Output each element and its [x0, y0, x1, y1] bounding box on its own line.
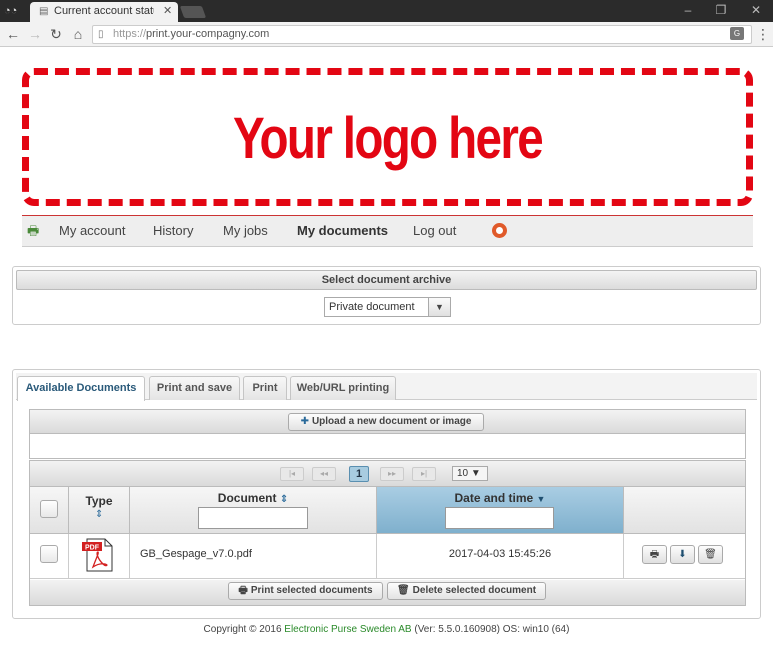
- address-bar: ← → ↻ ⌂ ▯ https://print.your-compagny.co…: [0, 22, 773, 47]
- trash-icon: 🗑: [396, 585, 410, 596]
- back-icon[interactable]: ←: [5, 26, 21, 42]
- tab-print-and-save[interactable]: Print and save: [149, 376, 240, 400]
- main-nav: 🖶 My account History My jobs My document…: [22, 215, 753, 247]
- nav-log-out[interactable]: Log out: [413, 223, 456, 238]
- tab-title: Current account status f: [54, 5, 154, 17]
- prev-page-icon[interactable]: ◂◂: [312, 467, 336, 481]
- chevron-down-icon[interactable]: ▼: [428, 298, 450, 316]
- nav-my-account[interactable]: My account: [59, 223, 125, 238]
- delete-document-button[interactable]: 🗑: [698, 545, 723, 564]
- logo-placeholder: Your logo here: [22, 68, 753, 206]
- document-name[interactable]: GB_Gespage_v7.0.pdf: [140, 548, 252, 560]
- copyright-prefix: Copyright © 2016: [203, 624, 282, 635]
- next-page-icon[interactable]: ▸▸: [380, 467, 404, 481]
- col-type-label: Type: [85, 494, 113, 508]
- window-close-icon[interactable]: ✕: [749, 3, 763, 17]
- pdf-file-icon: PDF: [82, 538, 113, 572]
- row-actions-cell: 🖶 ⬇ 🗑: [624, 534, 745, 578]
- first-page-icon[interactable]: |◂: [280, 467, 304, 481]
- nav-my-jobs[interactable]: My jobs: [223, 223, 268, 238]
- sort-desc-icon[interactable]: ▼: [537, 494, 546, 504]
- url-field[interactable]: ▯ https://print.your-compagny.com: [92, 25, 752, 44]
- documents-grid: |◂ ◂◂ 1 ▸▸ ▸| 10 ▼ Type ⇕ Document ⇕ Dat…: [29, 460, 746, 606]
- col-type[interactable]: Type ⇕: [69, 487, 130, 533]
- row-document-cell: GB_Gespage_v7.0.pdf: [130, 534, 377, 578]
- download-document-button[interactable]: ⬇: [670, 545, 695, 564]
- copyright: Copyright © 2016 Electronic Purse Sweden…: [0, 624, 773, 635]
- tab-web-url-printing[interactable]: Web/URL printing: [290, 376, 396, 400]
- datetime-filter-input[interactable]: [445, 507, 554, 529]
- archive-panel: Select document archive Private document…: [12, 266, 761, 325]
- print-document-button[interactable]: 🖶: [642, 545, 667, 564]
- browser-tab[interactable]: ▤ Current account status f ✕: [30, 2, 178, 22]
- archive-select[interactable]: Private document ▼: [324, 297, 451, 317]
- col-select-all: [30, 487, 69, 533]
- url-text: https://print.your-compagny.com: [113, 28, 269, 40]
- document-datetime: 2017-04-03 15:45:26: [448, 548, 552, 560]
- sort-icon[interactable]: ⇕: [95, 509, 103, 520]
- translate-icon[interactable]: G: [730, 27, 744, 40]
- browser-tabstrip: ◔◔ ▤ Current account status f ✕ – ❐ ✕: [0, 0, 773, 22]
- pdf-badge-text: PDF: [85, 545, 100, 552]
- table-row[interactable]: PDF GB_Gespage_v7.0.pdf 2017-04-03 15:45…: [30, 534, 745, 579]
- delete-selected-label: Delete selected document: [412, 585, 537, 596]
- home-icon[interactable]: ⌂: [70, 26, 86, 42]
- upload-bar: ✚ Upload a new document or image: [30, 410, 745, 434]
- printer-icon: 🖶: [238, 585, 248, 596]
- reload-icon[interactable]: ↻: [48, 26, 64, 42]
- page-favicon: ▤: [39, 6, 49, 17]
- printer-icon: 🖶: [27, 223, 40, 238]
- archive-header: Select document archive: [16, 270, 757, 290]
- incognito-icon: ◔◔: [4, 5, 18, 17]
- plus-icon: ✚: [300, 416, 309, 427]
- col-document-label: Document ⇕: [130, 491, 376, 505]
- col-document-text: Document: [217, 491, 277, 505]
- url-scheme: https://: [113, 28, 147, 40]
- upload-section: ✚ Upload a new document or image: [29, 409, 746, 459]
- browser-menu-icon[interactable]: ⋮: [756, 26, 770, 42]
- select-all-checkbox[interactable]: [40, 500, 58, 518]
- row-checkbox[interactable]: [40, 545, 58, 563]
- company-link[interactable]: Electronic Purse Sweden AB: [284, 624, 411, 635]
- page-info-icon[interactable]: ▯: [98, 28, 108, 41]
- forward-icon[interactable]: →: [27, 26, 43, 42]
- tab-close-icon[interactable]: ✕: [163, 5, 173, 18]
- minimize-icon[interactable]: –: [681, 3, 695, 17]
- col-document[interactable]: Document ⇕: [130, 487, 377, 533]
- nav-my-documents[interactable]: My documents: [297, 223, 388, 238]
- col-datetime[interactable]: Date and time ▼: [377, 487, 624, 533]
- documents-panel: Available Documents Print and save Print…: [12, 369, 761, 619]
- url-host: print.your-compagny.com: [146, 28, 270, 40]
- copyright-version: (Ver: 5.5.0.160908) OS: win10 (64): [414, 624, 570, 635]
- row-type-cell: PDF: [69, 534, 130, 578]
- row-datetime-cell: 2017-04-03 15:45:26: [377, 534, 624, 578]
- document-tabs: Available Documents Print and save Print…: [16, 373, 757, 401]
- upload-button[interactable]: ✚ Upload a new document or image: [288, 413, 484, 431]
- restore-icon[interactable]: ❐: [714, 3, 728, 17]
- tab-available-documents[interactable]: Available Documents: [17, 376, 145, 401]
- current-page[interactable]: 1: [349, 466, 369, 482]
- new-tab-button[interactable]: [179, 6, 207, 18]
- archive-select-value: Private document: [329, 301, 415, 313]
- column-headers: Type ⇕ Document ⇕ Date and time ▼: [30, 487, 745, 534]
- document-filter-input[interactable]: [198, 507, 308, 529]
- tab-print[interactable]: Print: [243, 376, 287, 400]
- sort-icon[interactable]: ⇕: [280, 494, 288, 505]
- logo-text: Your logo here: [232, 106, 544, 171]
- delete-selected-button[interactable]: 🗑 Delete selected document: [387, 582, 546, 600]
- print-selected-label: Print selected documents: [250, 585, 373, 596]
- upload-button-label: Upload a new document or image: [311, 416, 472, 427]
- grid-footer: 🖶 Print selected documents 🗑 Delete select…: [30, 580, 745, 605]
- help-lifebuoy-icon[interactable]: [492, 223, 507, 238]
- row-select-cell: [30, 534, 69, 578]
- page-size-select[interactable]: 10 ▼: [452, 466, 488, 481]
- nav-history[interactable]: History: [153, 223, 193, 238]
- col-datetime-text: Date and time: [454, 491, 534, 505]
- print-selected-button[interactable]: 🖶 Print selected documents: [228, 582, 383, 600]
- page-size-value: 10: [457, 468, 469, 479]
- pager: |◂ ◂◂ 1 ▸▸ ▸| 10 ▼: [30, 461, 745, 487]
- col-actions: [624, 487, 745, 533]
- last-page-icon[interactable]: ▸|: [412, 467, 436, 481]
- col-datetime-label: Date and time ▼: [377, 491, 623, 505]
